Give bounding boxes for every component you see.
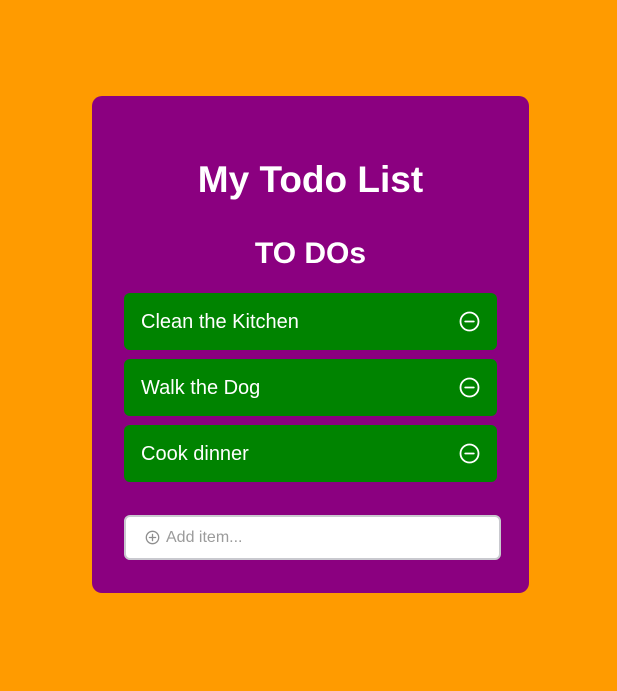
add-item-field[interactable] [124, 515, 501, 560]
todo-item-label: Walk the Dog [141, 376, 261, 399]
todo-list: Clean the Kitchen Walk the Dog Cook dinn… [124, 293, 497, 491]
plus-circle-icon [145, 530, 160, 545]
page-title: My Todo List [197, 159, 424, 200]
todo-item-label: Cook dinner [141, 442, 249, 465]
minus-circle-icon [459, 377, 479, 398]
todo-item-label: Clean the Kitchen [141, 310, 299, 333]
todo-item: Walk the Dog [124, 359, 497, 416]
todo-item: Cook dinner [124, 425, 497, 482]
minus-circle-icon [459, 443, 479, 464]
plus-circle-icon-svg [145, 530, 160, 545]
todo-card: My Todo List TO DOs Clean the Kitchen Wa… [92, 96, 529, 593]
remove-todo-button[interactable] [457, 376, 481, 400]
section-title: TO DOs [254, 237, 367, 270]
remove-todo-button[interactable] [457, 442, 481, 466]
minus-circle-icon [459, 311, 479, 332]
add-item-input[interactable] [166, 522, 466, 553]
remove-todo-button[interactable] [457, 310, 481, 334]
todo-item: Clean the Kitchen [124, 293, 497, 350]
